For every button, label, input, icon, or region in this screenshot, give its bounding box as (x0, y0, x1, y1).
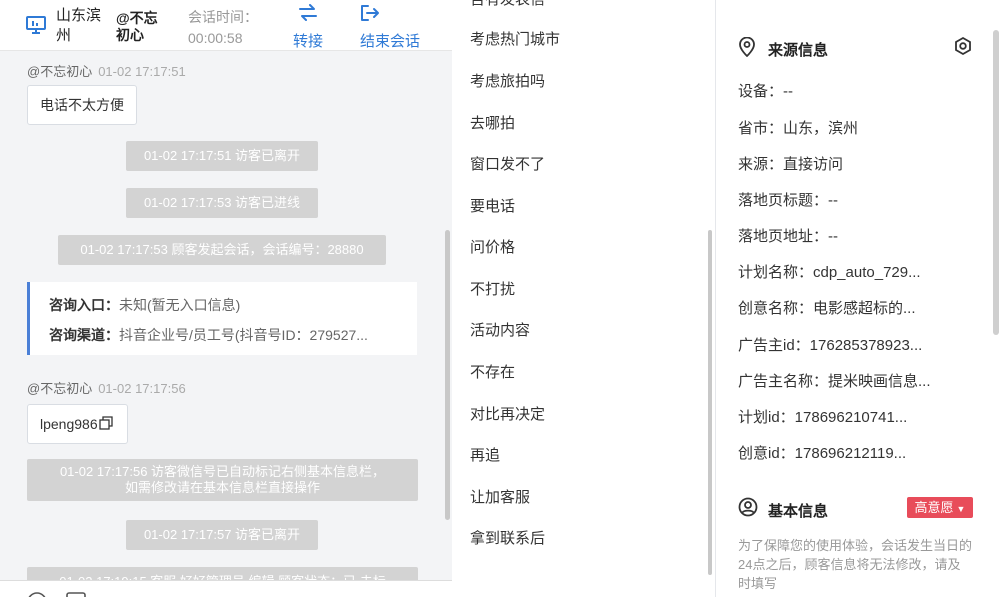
message-sender: @不忘初心 (27, 381, 93, 396)
transfer-button[interactable]: 转接 (293, 4, 323, 51)
consult-entry-value: 未知(暂无入口信息) (119, 297, 241, 313)
visitor-location: 山东滨州 (56, 7, 102, 44)
system-message: 01-02 17:17:53 顾客发起会话，会话编号：28880 (58, 235, 386, 265)
chat-scrollbar[interactable] (445, 230, 450, 520)
info-field: 设备：-- (738, 83, 793, 100)
info-scrollbar[interactable] (993, 30, 999, 335)
chat-panel: 山东滨州 @不忘初心 会话时间： 00:00:58 转接 结束会话 @不忘初心 0… (0, 0, 453, 597)
message-meta: @不忘初心 01-02 17:17:51 (27, 61, 186, 80)
location-pin-icon (738, 36, 756, 62)
message-time: 01-02 17:17:56 (98, 381, 186, 396)
quick-reply-item[interactable]: 活动内容 (470, 319, 530, 340)
info-field: 落地页标题：-- (738, 192, 838, 209)
message-meta: @不忘初心 01-02 17:17:56 (27, 378, 186, 397)
message-text: lpeng986 (40, 416, 98, 432)
quick-reply-item[interactable]: 让加客服 (470, 486, 530, 507)
quick-reply-item[interactable]: 去哪拍 (470, 112, 515, 133)
message-time: 01-02 17:17:51 (98, 64, 186, 79)
info-field: 省市：山东，滨州 (738, 120, 859, 137)
info-field: 计划名称：cdp_auto_729... (738, 264, 921, 281)
source-info-title: 来源信息 (768, 42, 829, 59)
chat-header: 山东滨州 @不忘初心 会话时间： 00:00:58 转接 结束会话 (0, 0, 452, 51)
consult-channel-label: 咨询渠道： (49, 327, 119, 343)
info-field: 广告主id：176285378923... (738, 337, 923, 354)
image-icon[interactable] (65, 591, 87, 597)
end-session-button[interactable]: 结束会话 (360, 4, 420, 51)
composer-toolbar (0, 580, 452, 597)
quick-reply-item[interactable]: 不存在 (470, 361, 515, 382)
intent-tag[interactable]: 高意愿 ▼ (907, 497, 973, 518)
message-sender: @不忘初心 (27, 64, 93, 79)
info-field: 创意名称：电影感超标的... (738, 300, 916, 317)
logout-icon (360, 4, 420, 26)
end-session-label: 结束会话 (360, 33, 421, 50)
basic-info-title: 基本信息 (768, 503, 829, 520)
transfer-icon (293, 4, 323, 26)
quick-reply-item[interactable]: 考虑旅拍吗 (470, 70, 545, 91)
quick-reply-item[interactable]: 窗口发不了 (470, 153, 545, 174)
consult-entry-label: 咨询入口： (49, 297, 119, 313)
message-bubble: lpeng986 (27, 404, 128, 444)
basic-info-note: 为了保障您的使用体验，会话发生当日的24点之后，顾客信息将无法修改，请及时填写 (738, 538, 973, 591)
visitor-name: @不忘初心 (116, 10, 158, 43)
settings-hex-icon[interactable] (953, 36, 973, 61)
system-message-line: 01-02 17:17:56 访客微信号已自动标记右侧基本信息栏， (59, 464, 386, 479)
consult-entry: 咨询入口：未知(暂无入口信息) (49, 295, 240, 315)
system-message-line: 如需修改请在基本信息栏直接操作 (124, 480, 320, 495)
session-time-value: 00:00:58 (188, 30, 243, 46)
caret-down-icon: ▼ (956, 504, 966, 514)
transfer-label: 转接 (293, 33, 324, 50)
quick-reply-panel: 否有发表信 考虑热门城市 考虑旅拍吗 去哪拍 窗口发不了 要电话 问价格 不打扰… (452, 0, 716, 597)
quick-reply-item[interactable]: 否有发表信 (470, 0, 545, 9)
system-message: 01-02 17:17:53 访客已进线 (126, 188, 318, 218)
info-field: 计划id：178696210741... (738, 409, 908, 426)
system-message: 01-02 17:17:51 访客已离开 (126, 141, 318, 171)
quick-reply-scrollbar[interactable] (708, 230, 712, 575)
intent-tag-label: 高意愿 (914, 500, 954, 515)
info-field: 来源：直接访问 (738, 156, 844, 173)
quick-reply-item[interactable]: 考虑热门城市 (470, 28, 560, 49)
quick-reply-item[interactable]: 问价格 (470, 236, 515, 257)
copy-icon[interactable] (98, 406, 113, 444)
quick-reply-item[interactable]: 要电话 (470, 195, 515, 216)
quick-reply-item[interactable]: 对比再决定 (470, 403, 545, 424)
system-message: 01-02 17:17:57 访客已离开 (126, 520, 318, 550)
emoji-icon[interactable] (26, 591, 48, 597)
quick-reply-item[interactable]: 再追 (470, 444, 500, 465)
monitor-icon (26, 16, 46, 39)
consult-channel-value: 抖音企业号/员工号(抖音号ID：279527... (119, 327, 368, 343)
info-field: 落地页地址：-- (738, 228, 838, 245)
consult-channel: 咨询渠道：抖音企业号/员工号(抖音号ID：279527... (49, 325, 368, 345)
system-message: 01-02 17:17:56 访客微信号已自动标记右侧基本信息栏， 如需修改请在… (27, 459, 418, 501)
consult-info-card: 咨询入口：未知(暂无入口信息) 咨询渠道：抖音企业号/员工号(抖音号ID：279… (27, 282, 417, 355)
visitor-info-panel: 来源信息 设备：-- 省市：山东，滨州 来源：直接访问 落地页标题：-- 落地页… (716, 0, 1003, 597)
quick-reply-item[interactable]: 不打扰 (470, 278, 515, 299)
user-icon (738, 497, 758, 522)
quick-reply-item[interactable]: 拿到联系后 (470, 527, 545, 548)
message-bubble: 电话不太方便 (27, 85, 137, 125)
info-field: 创意id：178696212119... (738, 445, 907, 462)
info-field: 广告主名称：提米映画信息... (738, 373, 931, 390)
session-time-label: 会话时间： (188, 9, 258, 25)
